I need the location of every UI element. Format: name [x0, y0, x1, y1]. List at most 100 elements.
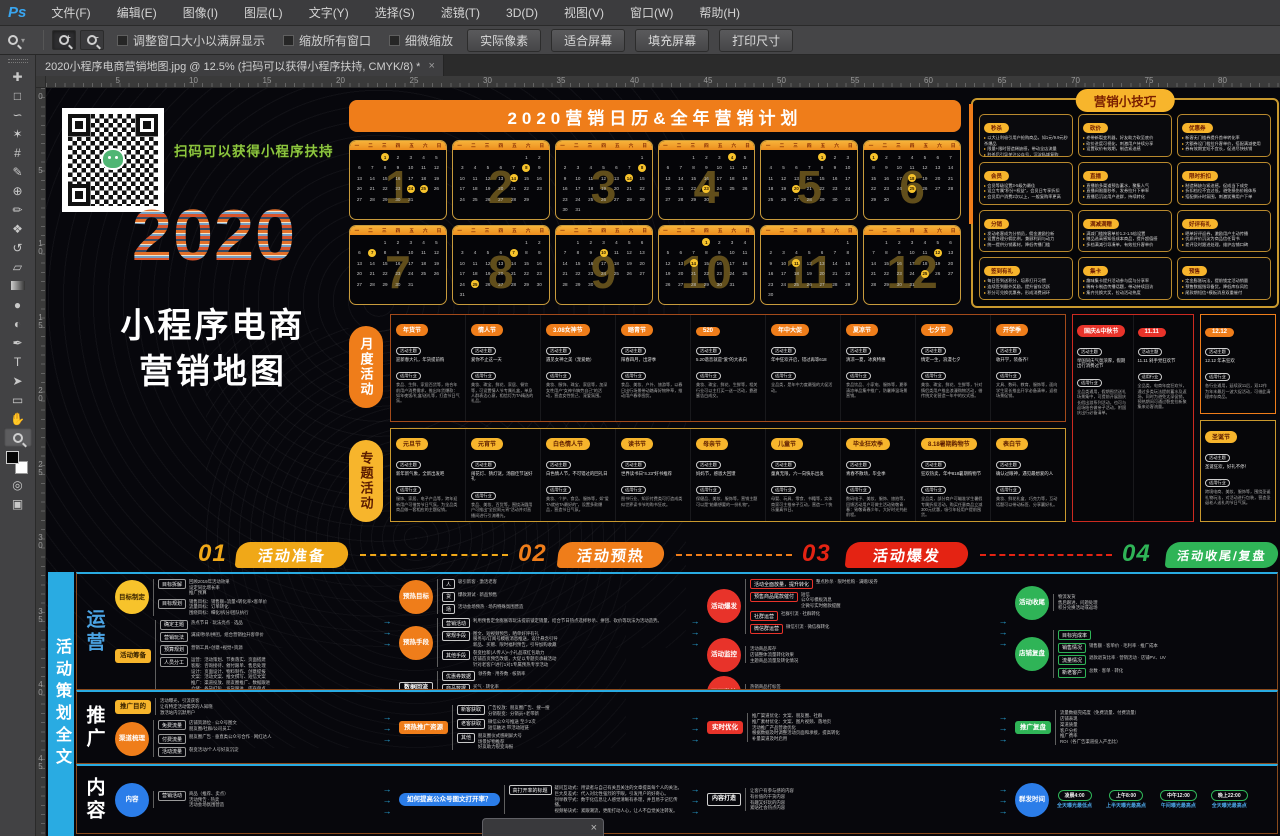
festival-card: 踏青节活动主题阳春四月，出游季适用行业食品、美妆、户外、旅游等，以春日出行场景带… [616, 315, 691, 421]
day-cell: 2 [559, 163, 572, 174]
history-brush-tool[interactable]: ↺ [4, 238, 32, 257]
option-checkbox[interactable]: 调整窗口大小以满屏显示 [117, 32, 265, 49]
options-button[interactable]: 打印尺寸 [719, 29, 793, 52]
foreground-color-swatch[interactable] [6, 451, 19, 464]
empty-day [559, 237, 572, 248]
pen-tool[interactable]: ✒ [4, 333, 32, 352]
empty-day [481, 237, 494, 248]
menu-item-E[interactable]: 编辑(E) [104, 0, 170, 26]
menu-item-Y[interactable]: 文字(Y) [296, 0, 362, 26]
gradient-tool[interactable] [4, 276, 32, 295]
menu-item-L[interactable]: 图层(L) [231, 0, 296, 26]
tip-line: 会员用户消费2次以上，一般复购率更高 [984, 194, 1068, 200]
festival-industry: 全品类，电商年度狂欢节，通过多类玩法提前蓄水及返场，同时为避免太深促销，预热期间… [1138, 383, 1190, 410]
healing-brush-tool[interactable]: ⊕ [4, 181, 32, 200]
panel-grip[interactable] [8, 59, 28, 63]
branch-items: 全天曝光最低点 [1057, 803, 1092, 810]
day-cell: 19 [430, 173, 443, 184]
mindmap-branch: 目标拆解回顾2019年活动效果设定同比增长率推广预算 [158, 579, 267, 596]
plan-row-运营: 运营目标制定目标拆解回顾2019年活动效果设定同比增长率推广预算目标规划销售目标… [76, 572, 1278, 690]
eraser-tool[interactable]: ▱ [4, 257, 32, 276]
weekday-label: 一 [350, 226, 364, 235]
industry-row: 适用行业 [996, 364, 1060, 382]
industry-tag: 适用行业 [921, 372, 946, 380]
zoom-tool[interactable] [4, 428, 32, 447]
day-cell: 9 [584, 248, 597, 259]
branch-item: 补量渠道及时启用 [752, 736, 840, 742]
festival-theme: 狂欢热卖，年中818暑期购物节 [921, 471, 985, 477]
brush-tool[interactable]: ✏ [4, 200, 32, 219]
branch-label: 预算规划 [160, 645, 188, 655]
menu-item-S[interactable]: 选择(S) [362, 0, 428, 26]
highlight-day: 25 [908, 185, 916, 193]
industry-tag: 适用行业 [1138, 373, 1163, 381]
options-button[interactable]: 实际像素 [467, 29, 541, 52]
crop-tool[interactable]: # [4, 143, 32, 162]
move-tool[interactable]: ✚ [4, 67, 32, 86]
mindmap-branches: 目标拆解回顾2019年活动效果设定同比增长率推广预算目标规划销售目标：销售额=流… [153, 579, 267, 616]
clone-stamp-tool[interactable]: ❖ [4, 219, 32, 238]
quick-mask-button[interactable]: ◎ [4, 475, 32, 494]
document-canvas[interactable]: 扫码可以获得小程序扶持 2020 小程序电商 营销地图 2020营销日历&全年营… [46, 88, 1280, 836]
theme-tag: 活动主题 [471, 347, 496, 355]
menu-item-3DD[interactable]: 3D(D) [493, 0, 551, 26]
menu-item-I[interactable]: 图像(I) [170, 0, 231, 26]
menu-item-T[interactable]: 滤镜(T) [428, 0, 493, 26]
festival-theme: 情定一生，浪漫七夕 [921, 357, 985, 363]
hand-tool[interactable]: ✋ [4, 409, 32, 428]
branch-item: 好友助力裂变海报 [478, 744, 522, 750]
tips-grid: 秒杀以大让利吸引用户抢购商品，如1元/9.9元秒杀爆品限量+限时营造稀缺感，带动… [979, 114, 1271, 300]
menu-item-V[interactable]: 视图(V) [551, 0, 617, 26]
close-icon[interactable]: × [428, 60, 434, 72]
current-tool-thumbnail[interactable]: ▾ [8, 35, 25, 45]
blur-tool[interactable]: ● [4, 295, 32, 314]
highlight-day: 25 [921, 270, 929, 278]
eyedropper-tool[interactable]: ✎ [4, 162, 32, 181]
industry-tag: 适用行业 [996, 486, 1021, 494]
highlight-day: 11 [792, 259, 800, 267]
mindmap-branches: 物流发货售后跟进、问题处理积分兑换活动或返场 [1053, 594, 1098, 611]
divider [43, 30, 44, 50]
festival-card: 11.11活动主题11.11 剁手党狂欢节适用行业全品类，电商年度狂欢节，通过多… [1133, 315, 1194, 521]
menu-bar: Ps 文件(F)编辑(E)图像(I)图层(L)文字(Y)选择(S)滤镜(T)3D… [0, 0, 1280, 26]
mindmap-branches: 让客户有参与感的内容有价值的干货内容有趣又好玩的内容紧贴社会热点内容 [745, 788, 794, 811]
type-tool[interactable]: T [4, 352, 32, 371]
day-cell: 17 [571, 184, 584, 195]
zoom-out-button[interactable]: − [80, 30, 104, 50]
day-cell: 16 [700, 173, 713, 184]
menu-item-F[interactable]: 文件(F) [38, 0, 103, 26]
menu-item-W[interactable]: 窗口(W) [617, 0, 686, 26]
theme-row: 活动主题 [696, 453, 760, 471]
screen-mode-button[interactable]: ▣ [4, 494, 32, 513]
document-tab[interactable]: 2020小程序电商营销地图.jpg @ 12.5% (扫码可以获得小程序扶持, … [36, 55, 444, 76]
theme-row: 活动主题 [921, 453, 985, 471]
day-cell: 26 [597, 194, 610, 205]
options-button[interactable]: 适合屏幕 [551, 29, 625, 52]
taskbar-thumbnail-popup[interactable]: × [482, 818, 604, 836]
festival-industry: 服饰、家居、电子产品等，跨年迎新用户可借势节日气氛，为全品类商品做一套相应的主题… [396, 496, 460, 512]
option-checkbox[interactable]: 缩放所有窗口 [283, 32, 371, 49]
path-selection-tool[interactable]: ➤ [4, 371, 32, 390]
day-cell: 22 [379, 269, 392, 280]
vertical-ruler[interactable]: 051015202530354045 [36, 88, 46, 836]
dodge-tool[interactable]: ◐ [4, 314, 32, 333]
lasso-tool[interactable]: ∽ [4, 105, 32, 124]
marquee-tool[interactable]: □ [4, 86, 32, 105]
option-checkbox[interactable]: 细微缩放 [389, 32, 453, 49]
close-icon[interactable]: × [585, 822, 603, 834]
day-cell: 1 [880, 237, 893, 248]
magic-wand-tool[interactable]: ✶ [4, 124, 32, 143]
branch-items: 朋友圈广告 · 垂直类公众号合作 · 网红达人 [189, 734, 271, 740]
zoom-in-button[interactable]: + [52, 30, 76, 50]
menu-item-H[interactable]: 帮助(H) [686, 0, 753, 26]
color-swatches[interactable] [5, 451, 31, 475]
day-cell: 24 [713, 184, 726, 195]
day-cell: 25 [764, 194, 777, 205]
horizontal-ruler[interactable]: 5101520253035404550556065707580 [46, 76, 1280, 88]
shape-tool[interactable]: ▭ [4, 390, 32, 409]
day-cell: 19 [481, 269, 494, 280]
highlight-day: 14 [690, 259, 698, 267]
day-cell: 7 [366, 248, 379, 259]
branch-items: 裂变活动/个人号好友沉淀 [189, 747, 239, 753]
options-button[interactable]: 填充屏幕 [635, 29, 709, 52]
